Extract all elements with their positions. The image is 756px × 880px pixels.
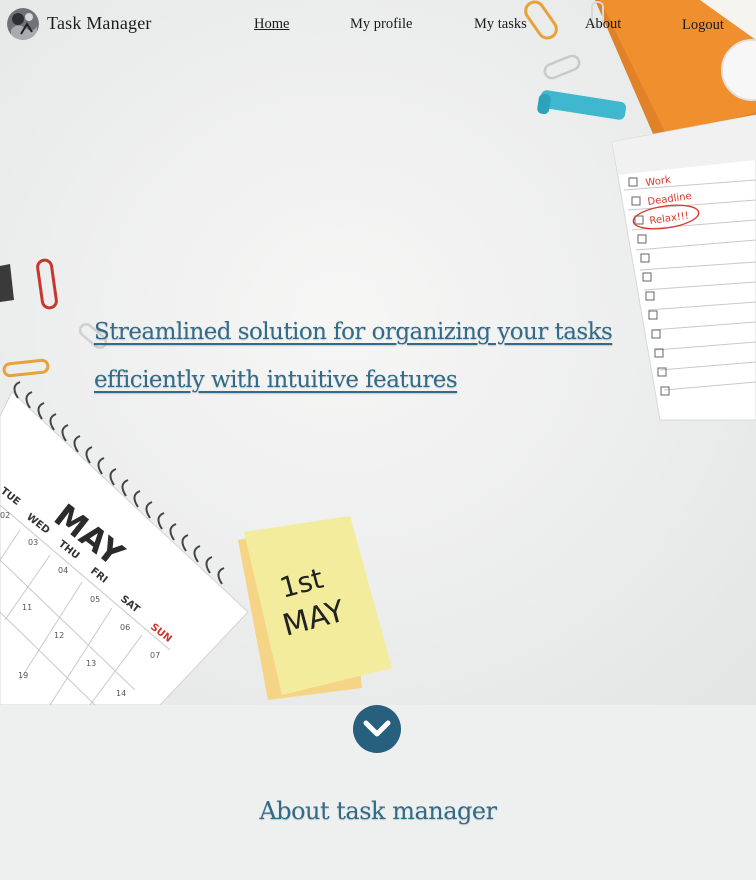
desk-calendar: MAY TUE WED THU FRI SAT SUN 02 03 04 05 …: [0, 381, 249, 705]
calendar-date: 03: [28, 538, 38, 547]
calendar-date: 13: [86, 659, 96, 668]
calendar-date: 11: [22, 603, 32, 612]
calendar-date: 07: [150, 651, 160, 660]
nav-profile-link[interactable]: My profile: [350, 16, 412, 33]
nav-about-link[interactable]: About: [585, 16, 621, 33]
nav-home-link[interactable]: Home: [254, 16, 289, 33]
calendar-date: 19: [18, 671, 28, 680]
scroll-down-button[interactable]: [353, 705, 401, 753]
calendar-date: 12: [54, 631, 64, 640]
chevron-down-icon: [363, 720, 391, 737]
hero-section: Work Deadline Relax!!! MAY TUE WED THU F…: [0, 0, 756, 705]
logo-icon[interactable]: [7, 8, 39, 40]
calendar-date: 02: [0, 511, 10, 520]
logout-link[interactable]: Logout: [682, 17, 724, 34]
calendar-date: 14: [116, 689, 126, 698]
top-navigation: Task Manager Home My profile My tasks Ab…: [0, 0, 756, 50]
about-section-title: About task manager: [259, 797, 497, 825]
calendar-date: 04: [58, 566, 68, 575]
calendar-date: 05: [90, 595, 100, 604]
hero-tagline[interactable]: Streamlined solution for organizing your…: [94, 308, 654, 404]
sticky-notes: 1st MAY: [238, 516, 392, 700]
brand-name[interactable]: Task Manager: [47, 13, 152, 34]
calendar-date: 06: [120, 623, 130, 632]
blue-marker: [537, 90, 627, 120]
nav-tasks-link[interactable]: My tasks: [474, 16, 527, 33]
